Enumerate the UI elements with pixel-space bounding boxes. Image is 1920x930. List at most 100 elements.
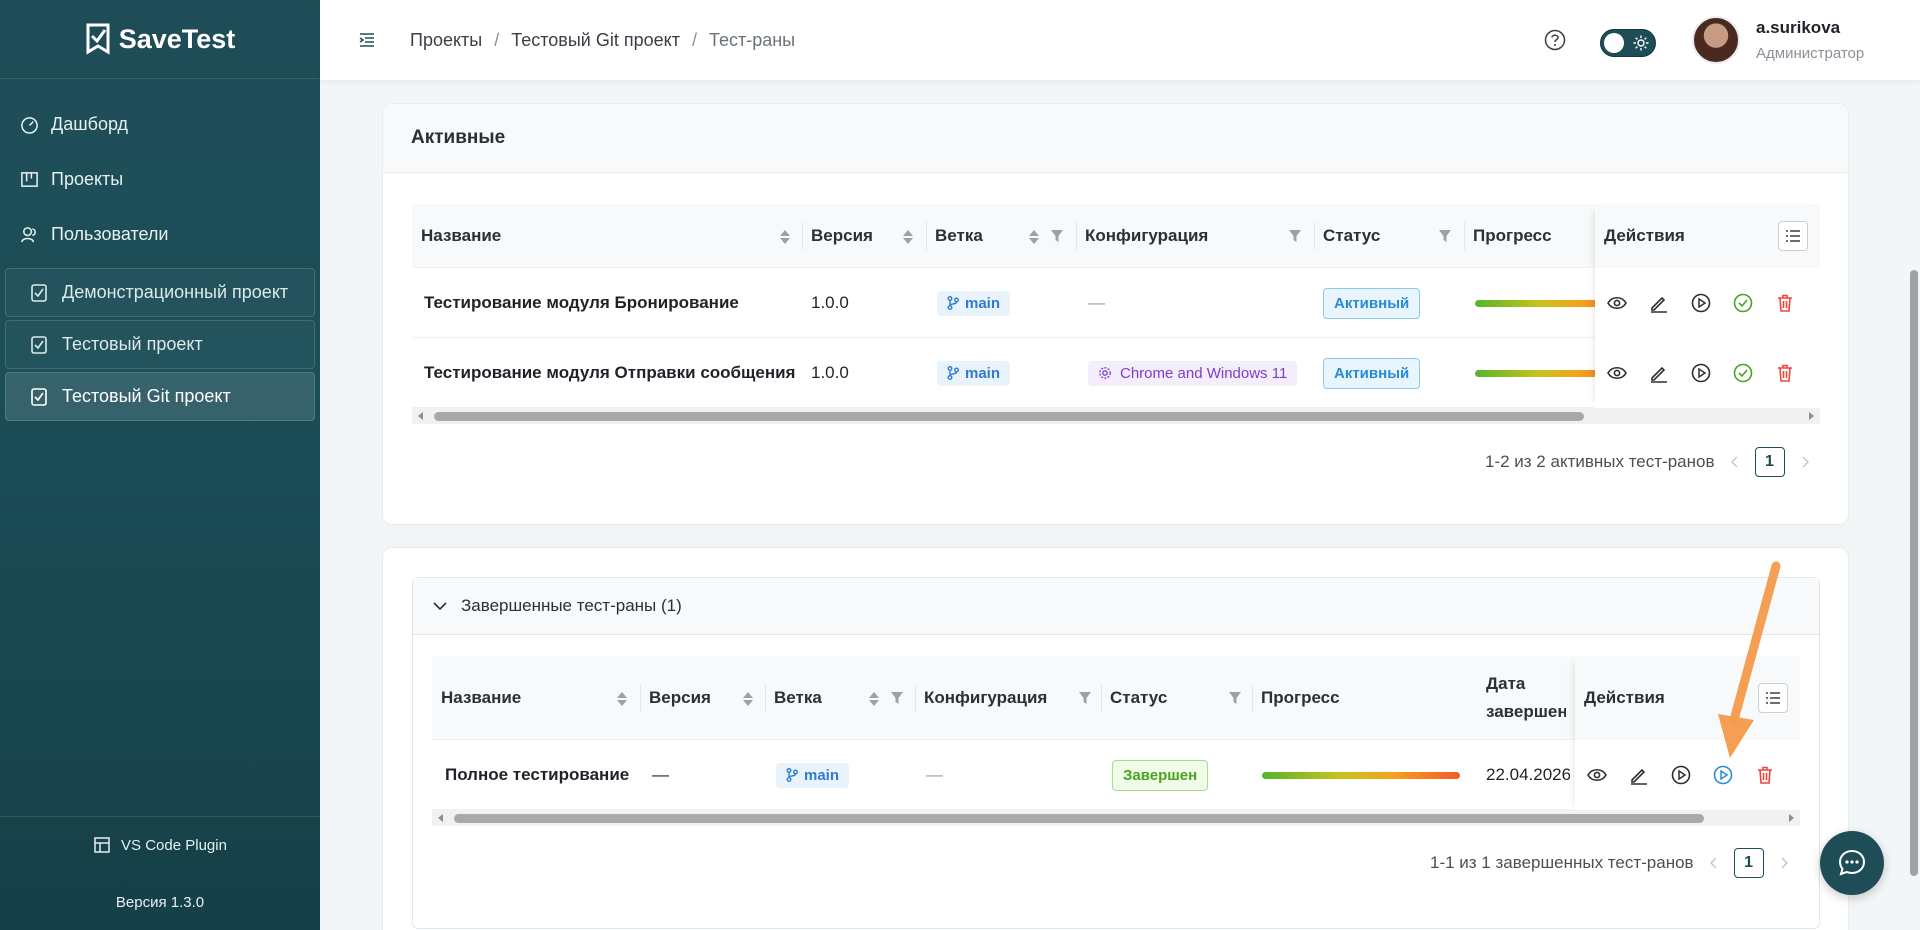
- nav-item-users[interactable]: Пользователи: [0, 207, 320, 262]
- col-header-actions: Действия: [1584, 688, 1665, 707]
- edit-icon[interactable]: [1649, 293, 1669, 313]
- project-icon: [31, 387, 47, 406]
- pagination-summary: 1-1 из 1 завершенных тест-ранов: [1430, 853, 1694, 872]
- sort-icon[interactable]: [868, 691, 880, 707]
- page-scrollbar[interactable]: [1910, 270, 1918, 876]
- sidebar: SaveTest Дашборд Проекты Пользователи Де…: [0, 0, 320, 930]
- next-page-icon[interactable]: [1799, 456, 1811, 468]
- run-icon[interactable]: [1671, 765, 1691, 785]
- collapse-menu-icon[interactable]: [358, 31, 376, 49]
- breadcrumb-projects[interactable]: Проекты: [410, 30, 482, 51]
- project-item-git[interactable]: Тестовый Git проект: [5, 372, 315, 421]
- brand-logo[interactable]: SaveTest: [0, 0, 320, 79]
- actions-column: Действия: [1575, 656, 1800, 810]
- filter-icon[interactable]: [1228, 691, 1242, 705]
- filter-icon[interactable]: [1050, 229, 1064, 243]
- column-settings-button[interactable]: [1778, 221, 1808, 251]
- active-runs-table: Название Версия Ветка Конфигурация Стату…: [412, 204, 1820, 424]
- col-header-status[interactable]: Статус: [1110, 656, 1167, 740]
- nav-item-dashboard[interactable]: Дашборд: [0, 97, 320, 152]
- chat-button[interactable]: [1820, 831, 1884, 895]
- restart-icon[interactable]: [1713, 765, 1733, 785]
- completed-pagination: 1-1 из 1 завершенных тест-ранов 1: [1430, 848, 1790, 878]
- view-icon[interactable]: [1607, 363, 1627, 383]
- sort-icon[interactable]: [1028, 229, 1040, 245]
- column-settings-button[interactable]: [1758, 683, 1788, 713]
- scroll-left-icon: [438, 814, 443, 822]
- filter-icon[interactable]: [1078, 691, 1092, 705]
- project-item-test[interactable]: Тестовый проект: [5, 320, 315, 369]
- run-name[interactable]: Полное тестирование: [445, 740, 629, 810]
- user-avatar[interactable]: [1692, 16, 1740, 64]
- table-scrollbar[interactable]: [412, 408, 1820, 424]
- completed-collapse-header[interactable]: Завершенные тест-раны (1): [413, 578, 1819, 635]
- nav-item-projects[interactable]: Проекты: [0, 152, 320, 207]
- project-item-demo[interactable]: Демонстрационный проект: [5, 268, 315, 317]
- run-config: —: [926, 765, 943, 784]
- run-icon[interactable]: [1691, 363, 1711, 383]
- col-header-version[interactable]: Версия: [649, 656, 711, 740]
- run-name[interactable]: Тестирование модуля Отправки сообщения: [424, 338, 795, 408]
- col-header-branch[interactable]: Ветка: [774, 656, 822, 740]
- col-header-name[interactable]: Название: [441, 656, 521, 740]
- table-scrollbar[interactable]: [432, 810, 1800, 826]
- col-header-version[interactable]: Версия: [811, 204, 873, 268]
- col-header-branch[interactable]: Ветка: [935, 204, 983, 268]
- breadcrumb: Проекты / Тестовый Git проект / Тест-ран…: [410, 30, 795, 51]
- filter-icon[interactable]: [1288, 229, 1302, 243]
- projects-icon: [21, 172, 38, 187]
- user-name[interactable]: a.surikova: [1756, 18, 1840, 38]
- completed-runs-table: Название Версия Ветка Конфигурация Стату…: [432, 656, 1800, 826]
- run-icon[interactable]: [1691, 293, 1711, 313]
- edit-icon[interactable]: [1649, 363, 1669, 383]
- sort-icon[interactable]: [616, 691, 628, 707]
- project-label: Демонстрационный проект: [62, 282, 289, 302]
- delete-icon[interactable]: [1775, 363, 1795, 383]
- col-header-progress: Прогресс: [1473, 226, 1552, 245]
- view-icon[interactable]: [1587, 765, 1607, 785]
- scroll-right-icon: [1809, 412, 1814, 420]
- filter-icon[interactable]: [890, 691, 904, 705]
- project-list: Демонстрационный проект Тестовый проект …: [0, 268, 320, 421]
- delete-icon[interactable]: [1775, 293, 1795, 313]
- sort-icon[interactable]: [742, 691, 754, 707]
- page-number[interactable]: 1: [1733, 848, 1764, 878]
- filter-icon[interactable]: [1438, 229, 1452, 243]
- prev-page-icon[interactable]: [1708, 857, 1720, 869]
- scroll-right-icon: [1789, 814, 1794, 822]
- list-icon: [1786, 230, 1800, 242]
- top-header: Проекты / Тестовый Git проект / Тест-ран…: [320, 0, 1920, 80]
- col-header-status[interactable]: Статус: [1323, 204, 1380, 268]
- project-label: Тестовый Git проект: [62, 386, 231, 406]
- user-role: Администратор: [1756, 45, 1865, 62]
- col-header-config[interactable]: Конфигурация: [1085, 204, 1208, 268]
- breadcrumb-current: Тест-раны: [708, 30, 796, 50]
- sort-icon[interactable]: [779, 229, 791, 245]
- view-icon[interactable]: [1607, 293, 1627, 313]
- edit-icon[interactable]: [1629, 765, 1649, 785]
- toggle-knob: [1604, 33, 1624, 53]
- complete-icon[interactable]: [1733, 293, 1753, 313]
- dashboard-icon: [21, 117, 38, 134]
- sort-icon[interactable]: [902, 229, 914, 245]
- delete-icon[interactable]: [1755, 765, 1775, 785]
- col-header-config[interactable]: Конфигурация: [924, 656, 1047, 740]
- page-number[interactable]: 1: [1754, 447, 1785, 477]
- theme-toggle[interactable]: [1600, 29, 1656, 57]
- completed-title: Завершенные тест-раны (1): [461, 596, 682, 615]
- completed-runs-card: Завершенные тест-раны (1) Название Верси…: [382, 547, 1849, 930]
- help-icon[interactable]: [1544, 29, 1566, 51]
- prev-page-icon[interactable]: [1729, 456, 1741, 468]
- run-version: 1.0.0: [811, 363, 849, 382]
- run-version: —: [652, 765, 669, 784]
- vscode-plugin-link[interactable]: VS Code Plugin: [0, 817, 320, 873]
- active-pagination: 1-2 из 2 активных тест-ранов 1: [1485, 447, 1811, 477]
- next-page-icon[interactable]: [1778, 857, 1790, 869]
- run-name[interactable]: Тестирование модуля Бронирование: [424, 268, 739, 338]
- col-header-name[interactable]: Название: [421, 204, 501, 268]
- breadcrumb-project[interactable]: Тестовый Git проект: [511, 30, 680, 51]
- col-header-date[interactable]: Дата завершени: [1486, 668, 1566, 728]
- run-version: 1.0.0: [811, 293, 849, 312]
- actions-column: Действия: [1595, 204, 1820, 408]
- complete-icon[interactable]: [1733, 363, 1753, 383]
